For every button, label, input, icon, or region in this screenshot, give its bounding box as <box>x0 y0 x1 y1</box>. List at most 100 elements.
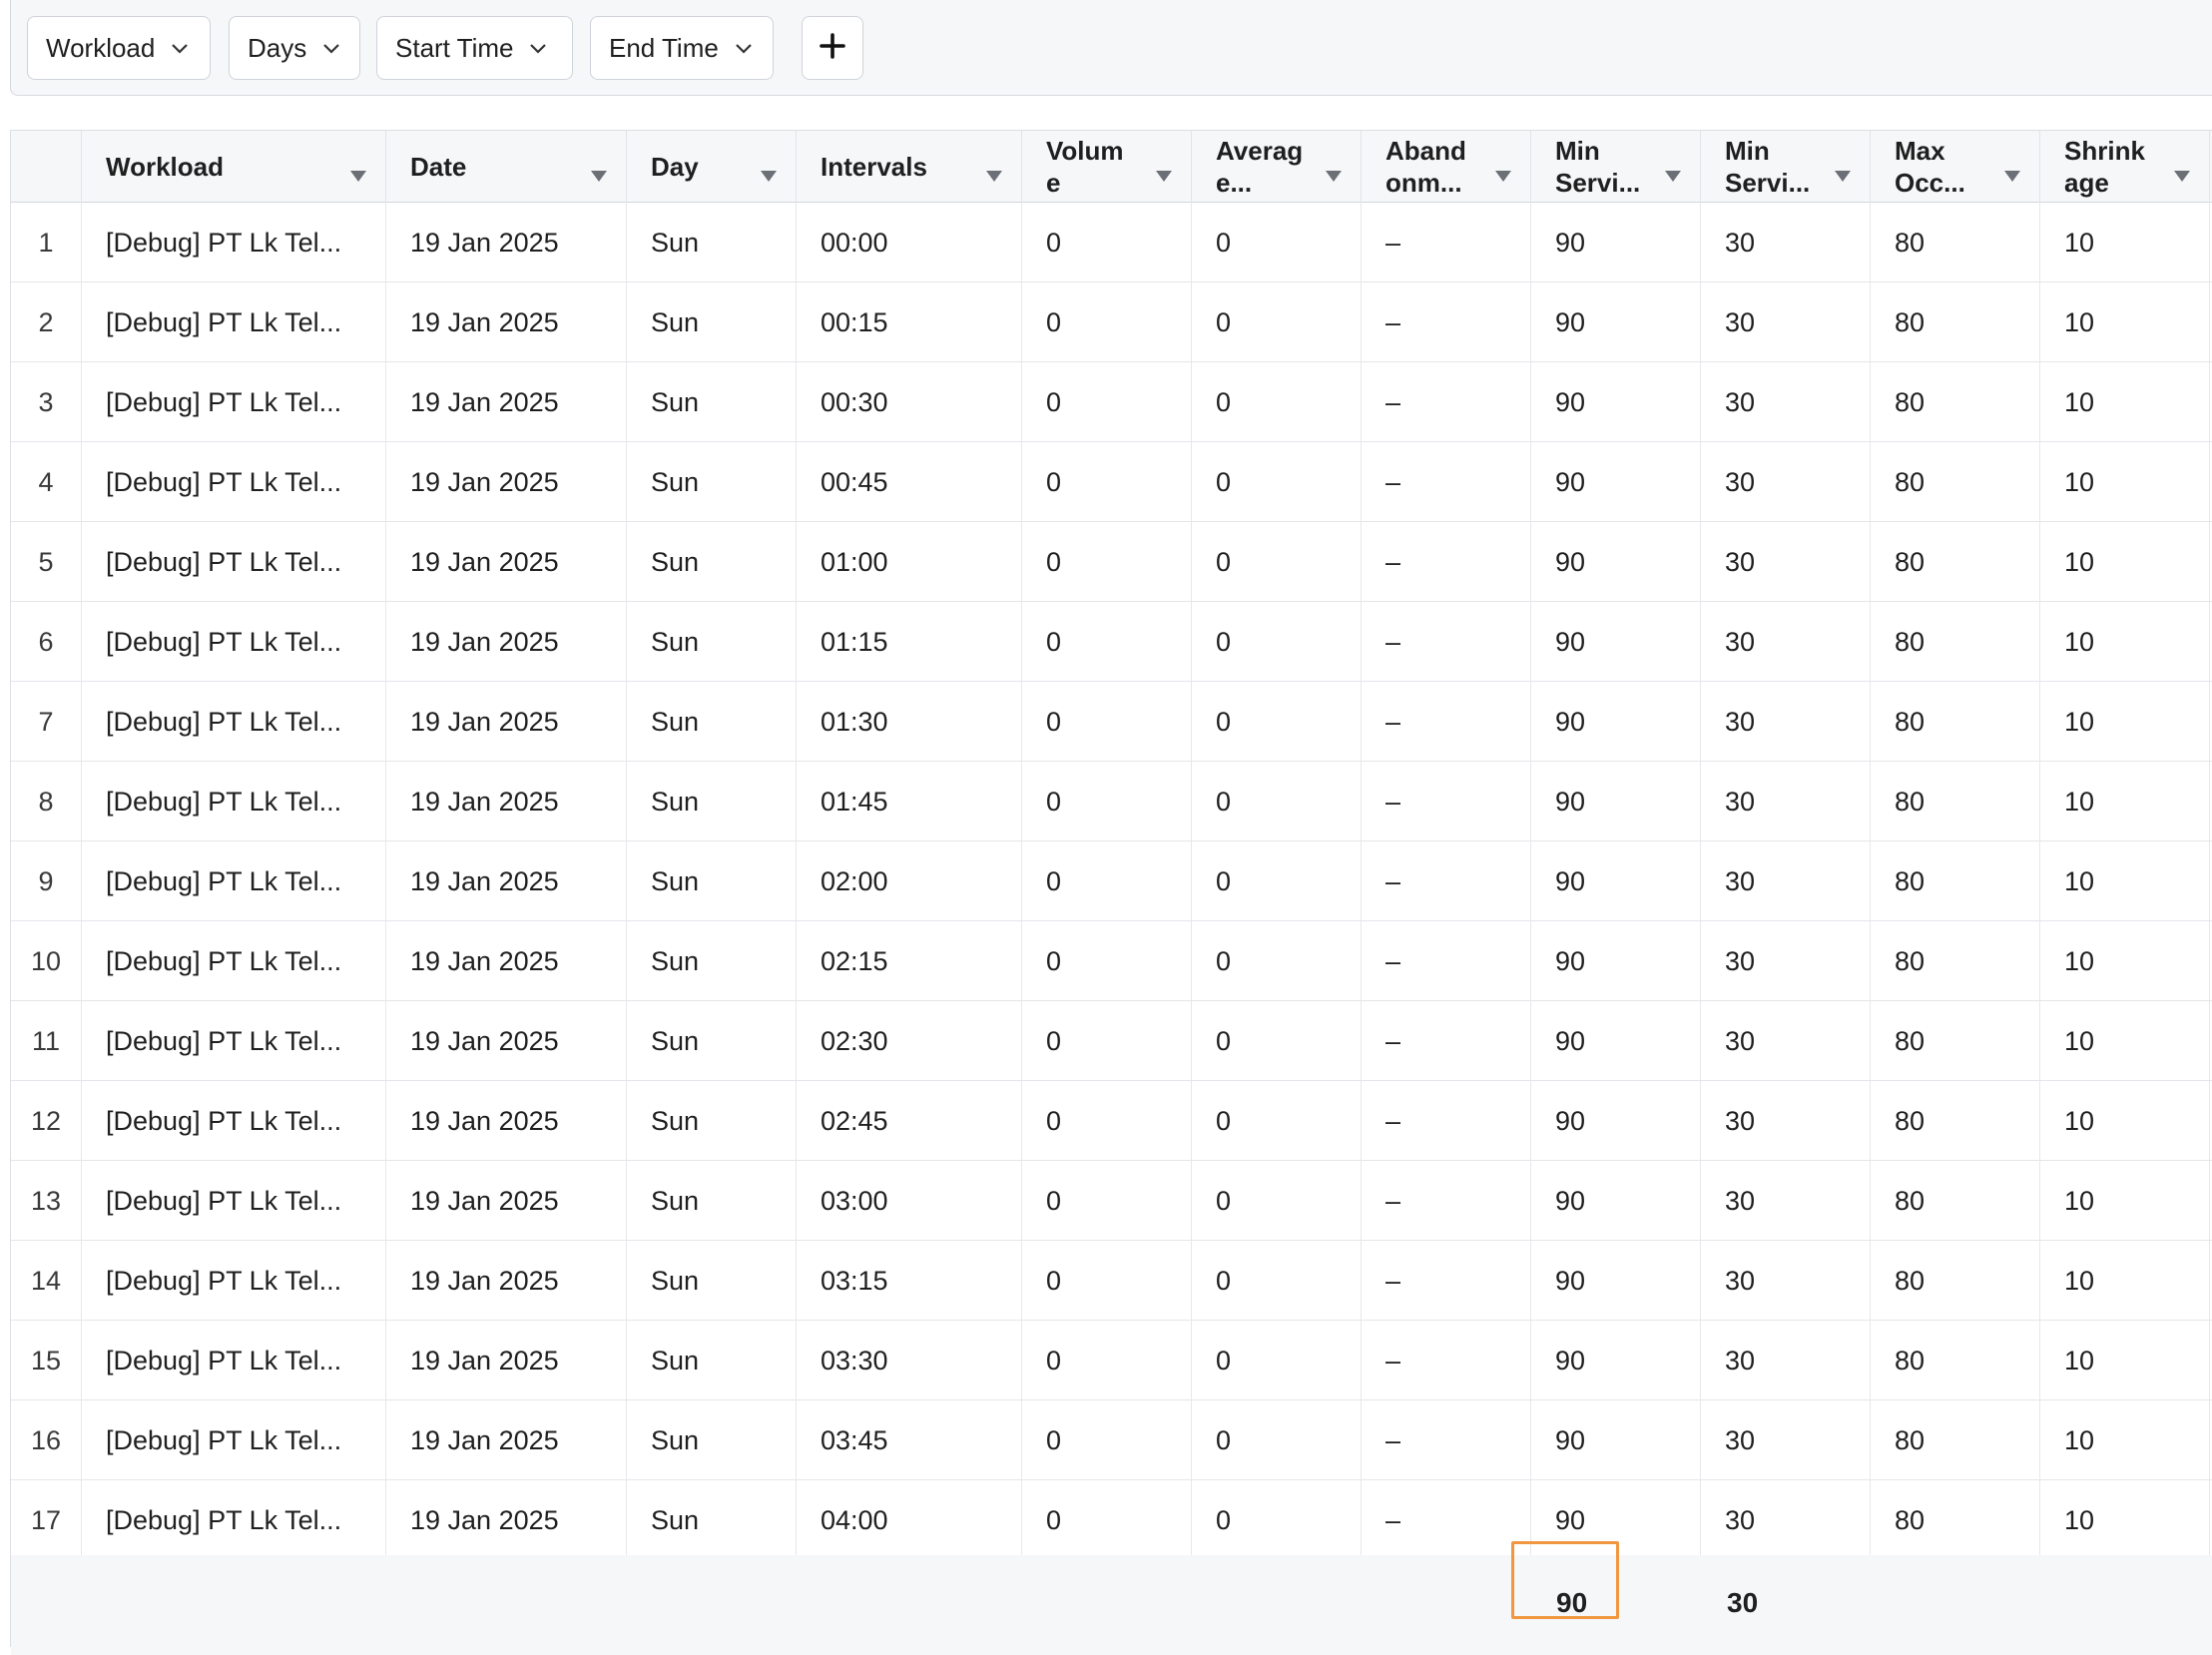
cell-max-occ[interactable]: 80 <box>1871 362 2040 442</box>
table-row[interactable]: 3 [Debug] PT Lk Tel... 19 Jan 2025 Sun 00:30… <box>11 362 2212 442</box>
column-header-abandonment[interactable]: Aband onm... <box>1362 131 1531 203</box>
cell-min-service-1[interactable]: 90 <box>1531 1400 1701 1480</box>
cell-min-service-2[interactable]: 30 <box>1701 282 1871 362</box>
cell-abandonment[interactable]: – <box>1362 522 1531 602</box>
cell-intervals[interactable]: 02:45 <box>797 1081 1022 1161</box>
cell-intervals[interactable]: 00:45 <box>797 442 1022 522</box>
table-row[interactable]: 16 [Debug] PT Lk Tel... 19 Jan 2025 Sun 03:4… <box>11 1400 2212 1480</box>
cell-max-occ[interactable]: 80 <box>1871 1001 2040 1081</box>
cell-intervals[interactable]: 04:00 <box>797 1480 1022 1560</box>
table-row[interactable]: 13 [Debug] PT Lk Tel... 19 Jan 2025 Sun 03:0… <box>11 1161 2212 1241</box>
cell-abandonment[interactable]: – <box>1362 1001 1531 1081</box>
cell-abandonment[interactable]: – <box>1362 921 1531 1001</box>
sort-caret-icon[interactable] <box>590 159 608 182</box>
sort-caret-icon[interactable] <box>1834 159 1852 182</box>
cell-max-occ[interactable]: 80 <box>1871 841 2040 921</box>
cell-min-service-1[interactable]: 90 <box>1531 203 1701 282</box>
cell-volume[interactable]: 0 <box>1022 602 1192 682</box>
cell-abandonment[interactable]: – <box>1362 282 1531 362</box>
cell-min-service-1[interactable]: 90 <box>1531 1001 1701 1081</box>
cell-max-occ[interactable]: 80 <box>1871 522 2040 602</box>
cell-intervals[interactable]: 03:15 <box>797 1241 1022 1321</box>
cell-min-service-1[interactable]: 90 <box>1531 442 1701 522</box>
column-header-volume[interactable]: Volum e <box>1022 131 1192 203</box>
cell-min-service-1[interactable]: 90 <box>1531 1161 1701 1241</box>
cell-date[interactable]: 19 Jan 2025 <box>386 522 627 602</box>
cell-abandonment[interactable]: – <box>1362 841 1531 921</box>
table-row[interactable]: 9 [Debug] PT Lk Tel... 19 Jan 2025 Sun 02:00… <box>11 841 2212 921</box>
start-time-filter-dropdown[interactable]: Start Time <box>376 16 573 80</box>
cell-workload[interactable]: [Debug] PT Lk Tel... <box>82 1241 386 1321</box>
cell-day[interactable]: Sun <box>627 1081 797 1161</box>
cell-date[interactable]: 19 Jan 2025 <box>386 1480 627 1560</box>
cell-intervals[interactable]: 03:00 <box>797 1161 1022 1241</box>
sort-caret-icon[interactable] <box>2173 159 2191 182</box>
sort-caret-icon[interactable] <box>985 159 1003 182</box>
cell-intervals[interactable]: 00:15 <box>797 282 1022 362</box>
cell-day[interactable]: Sun <box>627 522 797 602</box>
cell-volume[interactable]: 0 <box>1022 1321 1192 1400</box>
cell-min-service-1[interactable]: 90 <box>1531 762 1701 841</box>
cell-min-service-2[interactable]: 30 <box>1701 762 1871 841</box>
cell-min-service-2[interactable]: 30 <box>1701 841 1871 921</box>
cell-abandonment[interactable]: – <box>1362 1400 1531 1480</box>
column-header-intervals[interactable]: Intervals <box>797 131 1022 203</box>
cell-workload[interactable]: [Debug] PT Lk Tel... <box>82 1480 386 1560</box>
cell-average[interactable]: 0 <box>1192 1161 1362 1241</box>
table-row[interactable]: 5 [Debug] PT Lk Tel... 19 Jan 2025 Sun 01:00… <box>11 522 2212 602</box>
cell-min-service-2[interactable]: 30 <box>1701 203 1871 282</box>
cell-volume[interactable]: 0 <box>1022 841 1192 921</box>
cell-day[interactable]: Sun <box>627 682 797 762</box>
cell-workload[interactable]: [Debug] PT Lk Tel... <box>82 362 386 442</box>
column-header-day[interactable]: Day <box>627 131 797 203</box>
cell-abandonment[interactable]: – <box>1362 1241 1531 1321</box>
cell-date[interactable]: 19 Jan 2025 <box>386 1321 627 1400</box>
cell-volume[interactable]: 0 <box>1022 1161 1192 1241</box>
cell-day[interactable]: Sun <box>627 1321 797 1400</box>
cell-max-occ[interactable]: 80 <box>1871 442 2040 522</box>
cell-volume[interactable]: 0 <box>1022 522 1192 602</box>
cell-shrinkage[interactable]: 10 <box>2040 522 2210 602</box>
column-header-workload[interactable]: Workload <box>82 131 386 203</box>
cell-workload[interactable]: [Debug] PT Lk Tel... <box>82 921 386 1001</box>
cell-date[interactable]: 19 Jan 2025 <box>386 682 627 762</box>
sort-caret-icon[interactable] <box>1494 159 1512 182</box>
cell-workload[interactable]: [Debug] PT Lk Tel... <box>82 522 386 602</box>
table-row[interactable]: 4 [Debug] PT Lk Tel... 19 Jan 2025 Sun 00:45… <box>11 442 2212 522</box>
cell-min-service-1[interactable]: 90 <box>1531 1241 1701 1321</box>
cell-average[interactable]: 0 <box>1192 762 1362 841</box>
cell-min-service-1[interactable]: 90 <box>1531 841 1701 921</box>
days-filter-dropdown[interactable]: Days <box>229 16 360 80</box>
cell-min-service-2[interactable]: 30 <box>1701 602 1871 682</box>
cell-volume[interactable]: 0 <box>1022 1081 1192 1161</box>
cell-min-service-1[interactable]: 90 <box>1531 682 1701 762</box>
cell-intervals[interactable]: 00:30 <box>797 362 1022 442</box>
cell-date[interactable]: 19 Jan 2025 <box>386 1081 627 1161</box>
cell-shrinkage[interactable]: 10 <box>2040 762 2210 841</box>
cell-intervals[interactable]: 01:00 <box>797 522 1022 602</box>
table-row[interactable]: 7 [Debug] PT Lk Tel... 19 Jan 2025 Sun 01:30… <box>11 682 2212 762</box>
cell-average[interactable]: 0 <box>1192 1001 1362 1081</box>
cell-day[interactable]: Sun <box>627 602 797 682</box>
cell-volume[interactable]: 0 <box>1022 1001 1192 1081</box>
cell-workload[interactable]: [Debug] PT Lk Tel... <box>82 1081 386 1161</box>
cell-intervals[interactable]: 02:15 <box>797 921 1022 1001</box>
cell-workload[interactable]: [Debug] PT Lk Tel... <box>82 762 386 841</box>
cell-date[interactable]: 19 Jan 2025 <box>386 602 627 682</box>
cell-volume[interactable]: 0 <box>1022 1400 1192 1480</box>
cell-average[interactable]: 0 <box>1192 362 1362 442</box>
cell-day[interactable]: Sun <box>627 203 797 282</box>
cell-min-service-1[interactable]: 90 <box>1531 282 1701 362</box>
cell-min-service-2[interactable]: 30 <box>1701 682 1871 762</box>
cell-shrinkage[interactable]: 10 <box>2040 921 2210 1001</box>
cell-min-service-2[interactable]: 30 <box>1701 921 1871 1001</box>
cell-max-occ[interactable]: 80 <box>1871 1480 2040 1560</box>
cell-intervals[interactable]: 01:45 <box>797 762 1022 841</box>
cell-abandonment[interactable]: – <box>1362 203 1531 282</box>
table-row[interactable]: 2 [Debug] PT Lk Tel... 19 Jan 2025 Sun 00:15… <box>11 282 2212 362</box>
cell-intervals[interactable]: 02:30 <box>797 1001 1022 1081</box>
cell-intervals[interactable]: 00:00 <box>797 203 1022 282</box>
table-row[interactable]: 14 [Debug] PT Lk Tel... 19 Jan 2025 Sun 03:1… <box>11 1241 2212 1321</box>
column-header-min-service-2[interactable]: Min Servi... <box>1701 131 1871 203</box>
column-header-date[interactable]: Date <box>386 131 627 203</box>
